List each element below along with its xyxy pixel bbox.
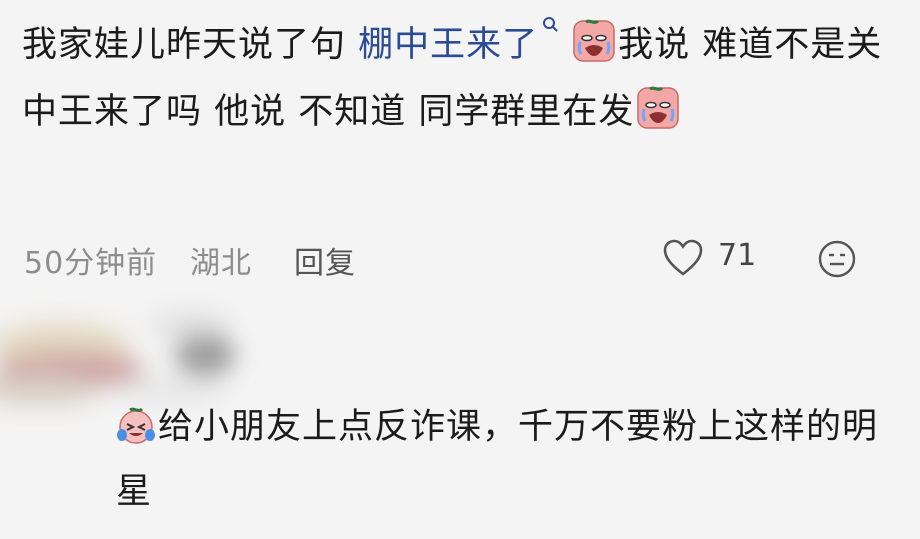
reply-button[interactable]: 回复	[294, 238, 356, 282]
comment-meta: 50分钟前 湖北 回复 71	[22, 232, 902, 284]
heart-icon[interactable]	[662, 238, 704, 278]
comment-text: 我家娃儿昨天说了句 棚中王来了 我说 难道不是关中王来了吗 他说 不知道 同学群里…	[22, 12, 902, 146]
face-icon[interactable]	[816, 238, 858, 280]
comment-text-part1: 我家娃儿昨天说了句	[22, 25, 347, 65]
reply-comment: 给小朋友上点反诈课，千万不要粉上这样的明星	[116, 395, 886, 525]
reply-text-content: 给小朋友上点反诈课，千万不要粉上这样的明星	[116, 407, 879, 512]
laugh-cry-face-icon	[116, 406, 156, 446]
comment-link-text[interactable]: 棚中王来了	[358, 25, 538, 65]
like-count: 71	[718, 238, 757, 273]
comment: 我家娃儿昨天说了句 棚中王来了 我说 难道不是关中王来了吗 他说 不知道 同学群里…	[22, 12, 902, 146]
crying-face-icon	[572, 19, 616, 63]
comment-location: 湖北	[190, 246, 252, 281]
comment-link[interactable]: 棚中王来了	[346, 17, 570, 65]
comment-time: 50分钟前	[24, 246, 158, 281]
search-icon[interactable]	[542, 16, 560, 40]
reply-text: 给小朋友上点反诈课，千万不要粉上这样的明星	[116, 395, 886, 525]
crying-face-icon	[636, 86, 680, 130]
